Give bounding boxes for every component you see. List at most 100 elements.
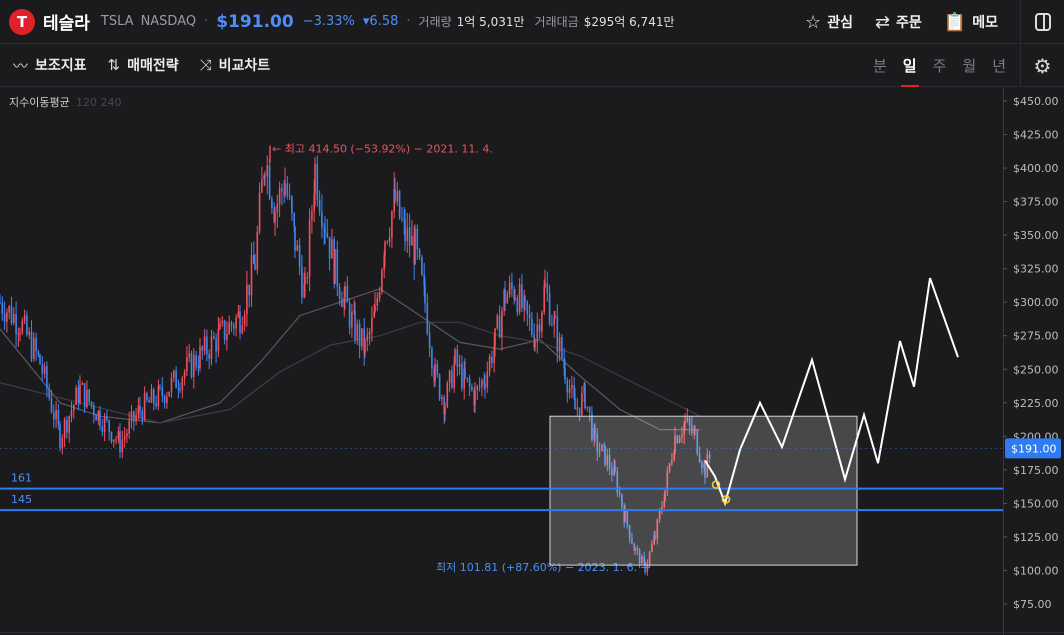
- change-amount: ▾6.58: [362, 14, 399, 29]
- chart-toolbar: 〰 보조지표 ⇅ 매매전략 ⤨ 비교차트 분 일 주 월 년 ⚙: [0, 44, 1064, 87]
- candle-body: [381, 270, 383, 293]
- candle-body: [254, 263, 256, 270]
- side-panel-icon: [1034, 13, 1051, 31]
- candle-body: [188, 353, 190, 358]
- candle-body: [496, 315, 499, 329]
- candle-body: [311, 211, 313, 220]
- candle-body: [354, 311, 356, 340]
- candle-body: [436, 364, 439, 375]
- candle-body: [130, 411, 133, 421]
- candle-body: [586, 406, 589, 408]
- candle-body: [10, 305, 13, 324]
- candle-body: [528, 314, 531, 319]
- candle-body: [306, 276, 309, 279]
- candle-body: [441, 397, 443, 399]
- candle-body: [491, 356, 493, 364]
- candle-body: [63, 419, 66, 438]
- tab-minute[interactable]: 분: [873, 44, 887, 87]
- candle-body: [431, 348, 433, 369]
- y-tick-label: $250.00: [1013, 363, 1059, 376]
- y-tick-label: $125.00: [1013, 531, 1059, 544]
- tab-year[interactable]: 년: [992, 44, 1006, 87]
- y-tick-label: $400.00: [1013, 162, 1059, 175]
- candle-body: [73, 404, 75, 411]
- tesla-logo: T: [9, 8, 35, 35]
- candle-body: [358, 323, 361, 347]
- candle-body: [203, 336, 206, 351]
- tab-month[interactable]: 월: [962, 44, 976, 87]
- candle-body: [428, 333, 431, 349]
- candle-body: [57, 410, 60, 425]
- candle-body: [3, 313, 6, 322]
- candle-body: [128, 420, 130, 434]
- candle-body: [226, 334, 228, 340]
- turnover-value: $295억 6,741만: [583, 15, 675, 29]
- candle-body: [521, 284, 523, 309]
- settings-button[interactable]: ⚙: [1020, 44, 1064, 87]
- separator-dot: ·: [406, 14, 411, 29]
- candle-body: [206, 336, 208, 355]
- candle-body: [334, 249, 336, 284]
- candle-body: [193, 355, 195, 378]
- candle-body: [163, 396, 166, 404]
- candle-body: [331, 239, 333, 259]
- price-chart[interactable]: $450.00 $425.00 $400.00 $375.00 $350.00 $325.…: [0, 88, 1064, 635]
- candle-body: [0, 302, 1, 304]
- candle-body: [268, 165, 271, 199]
- support-label-145: 145: [11, 493, 32, 506]
- candle-body: [68, 416, 70, 433]
- candle-body: [361, 328, 363, 347]
- current-price: $191.00: [216, 11, 294, 32]
- candle-body: [584, 384, 586, 408]
- candle-body: [271, 198, 273, 209]
- candle-body: [561, 337, 563, 358]
- candle-body: [113, 439, 115, 442]
- price-chart-area[interactable]: $450.00 $425.00 $400.00 $375.00 $350.00 $325.…: [0, 88, 1064, 635]
- candle-body: [197, 366, 200, 369]
- candle-body: [48, 388, 50, 398]
- watchlist-button[interactable]: ☆ 관심: [805, 12, 853, 33]
- y-tick-label: $450.00: [1013, 95, 1059, 108]
- candle-body: [276, 203, 279, 213]
- candle-body: [464, 368, 466, 378]
- candle-body: [556, 316, 559, 352]
- candle-body: [531, 318, 533, 335]
- order-button[interactable]: ⇄ 주문: [875, 12, 922, 33]
- candle-body: [456, 349, 459, 367]
- candle-body: [348, 302, 351, 328]
- candle-body: [139, 405, 141, 411]
- y-tick-label: $225.00: [1013, 397, 1059, 410]
- candle-body: [524, 296, 526, 302]
- candle-body: [296, 245, 299, 251]
- candle-body: [481, 380, 483, 387]
- candle-body: [161, 386, 164, 397]
- candle-body: [414, 228, 416, 265]
- candle-body: [101, 426, 104, 432]
- candle-body: [246, 284, 248, 315]
- candle-body: [446, 383, 449, 407]
- candle-body: [70, 410, 73, 417]
- candle-body: [338, 286, 341, 299]
- candle-body: [79, 384, 81, 403]
- candle-body: [95, 415, 97, 421]
- side-panel-toggle[interactable]: [1020, 0, 1064, 44]
- candle-body: [103, 416, 106, 432]
- candle-body: [81, 383, 84, 385]
- y-tick-label: $100.00: [1013, 564, 1059, 577]
- exchange-name: NASDAQ: [140, 14, 197, 29]
- candle-body: [61, 438, 64, 448]
- tab-day[interactable]: 일: [900, 44, 919, 87]
- candle-body: [434, 364, 436, 382]
- memo-button[interactable]: 📋 메모: [944, 12, 998, 33]
- compare-button[interactable]: ⤨ 비교차트: [200, 55, 271, 75]
- tab-week[interactable]: 주: [933, 44, 947, 87]
- current-price-tag: $191.00: [1011, 442, 1057, 455]
- candle-body: [117, 431, 120, 440]
- strategy-button[interactable]: ⇅ 매매전략: [108, 55, 179, 75]
- indicators-button[interactable]: 〰 보조지표: [13, 55, 87, 76]
- candle-body: [388, 237, 391, 242]
- candle-body: [426, 303, 429, 334]
- candle-body: [223, 320, 226, 340]
- candle-body: [304, 278, 306, 284]
- candle-body: [384, 241, 386, 256]
